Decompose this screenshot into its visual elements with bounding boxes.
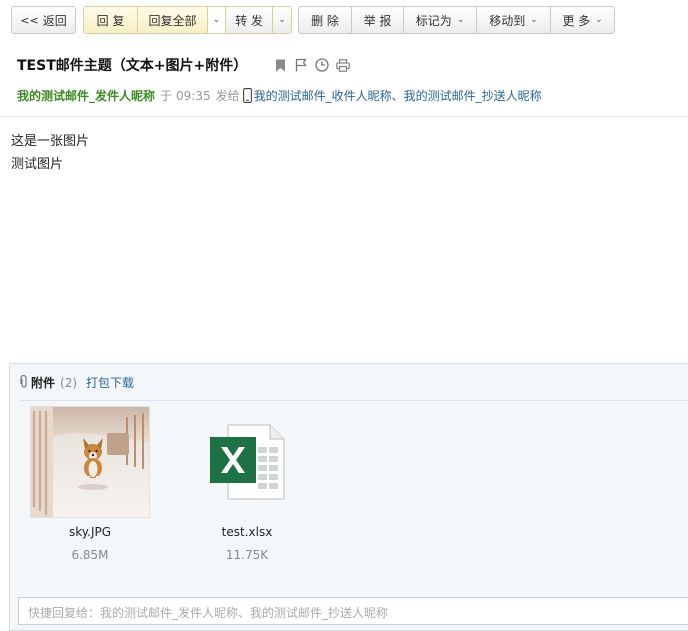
flag-icon[interactable]	[294, 58, 308, 72]
chevron-down-icon: ⌄	[530, 15, 538, 25]
sent-to-label: 发给	[215, 89, 240, 103]
report-label: 举 报	[363, 13, 392, 28]
reply-all-button[interactable]: 回复全部	[138, 7, 208, 33]
header-divider	[0, 116, 688, 117]
sender-name[interactable]: 我的测试邮件_发件人昵称	[17, 87, 155, 104]
download-all-link[interactable]: 打包下载	[86, 374, 134, 391]
email-subject: TEST邮件主题（文本+图片+附件）	[17, 58, 248, 74]
excel-file-icon[interactable]	[195, 406, 299, 518]
delete-label: 删 除	[311, 13, 339, 28]
clock-icon[interactable]	[315, 58, 329, 72]
attachments-header: 附件 (2) 打包下载	[20, 374, 134, 391]
back-button[interactable]: << 返回	[11, 6, 76, 34]
body-line: 这是一张图片	[11, 134, 90, 149]
delete-button[interactable]: 删 除	[299, 7, 352, 33]
email-body: 这是一张图片 测试图片	[11, 130, 89, 176]
reply-all-label: 回复全部	[148, 13, 197, 28]
chevron-down-icon: ⌄	[456, 15, 465, 25]
email-meta: 我的测试邮件_发件人昵称 于 09:35 发给 我的测试邮件_收件人昵称、我的测…	[17, 87, 542, 104]
send-time: 09:35	[176, 88, 211, 103]
report-button[interactable]: 举 报	[352, 7, 404, 33]
forward-label: 转 发	[235, 13, 263, 28]
paperclip-icon	[20, 374, 28, 391]
quick-reply-input[interactable]: 快捷回复给：我的测试邮件_发件人昵称、我的测试邮件_抄送人昵称	[18, 597, 688, 625]
recipients[interactable]: 我的测试邮件_收件人昵称、我的测试邮件_抄送人昵称	[254, 87, 542, 104]
reply-label: 回 复	[96, 13, 125, 28]
chevron-down-icon: ⌄	[278, 15, 286, 25]
reply-dropdown-button[interactable]: ⌄	[208, 7, 226, 33]
attachment-item[interactable]: sky.JPG 6.85M	[29, 406, 151, 562]
move-to-label: 移动到	[489, 13, 526, 28]
body-line: 测试图片	[11, 157, 64, 172]
attachments-panel: 附件 (2) 打包下载 sky.JPG 6.85M test.xlsx 11.7…	[9, 363, 688, 631]
mark-as-label: 标记为	[415, 13, 452, 28]
bookmark-icon[interactable]	[273, 58, 287, 72]
attachment-item[interactable]: test.xlsx 11.75K	[195, 406, 299, 562]
chevron-down-icon: ⌄	[595, 15, 603, 25]
attachment-name[interactable]: sky.JPG	[29, 525, 151, 539]
attachment-size: 6.85M	[71, 548, 109, 562]
attachments-divider	[20, 400, 688, 401]
forward-dropdown-button[interactable]: ⌄	[273, 7, 291, 33]
move-to-button[interactable]: 移动到 ⌄	[477, 7, 551, 33]
reply-group: 回 复 回复全部 ⌄ 转 发 ⌄	[83, 6, 292, 34]
double-chevron-left-icon: <<	[20, 13, 39, 27]
more-label: 更 多	[562, 13, 591, 28]
subject-row: TEST邮件主题（文本+图片+附件）	[17, 55, 357, 75]
reply-button[interactable]: 回 复	[84, 7, 138, 33]
chevron-down-icon: ⌄	[212, 15, 221, 25]
mobile-icon	[242, 88, 252, 103]
back-button-label: 返回	[42, 13, 67, 28]
subject-actions	[273, 58, 357, 72]
action-group: 删 除 举 报 标记为 ⌄ 移动到 ⌄ 更 多 ⌄	[298, 6, 615, 34]
mark-as-button[interactable]: 标记为 ⌄	[404, 7, 477, 33]
time-prefix: 于	[160, 89, 173, 103]
attachment-size: 11.75K	[225, 548, 269, 562]
more-button[interactable]: 更 多 ⌄	[551, 7, 614, 33]
image-thumbnail[interactable]	[30, 406, 150, 518]
print-icon[interactable]	[336, 58, 350, 72]
attachment-name[interactable]: test.xlsx	[195, 525, 299, 539]
attachments-title: 附件	[31, 376, 56, 390]
attachments-count: (2)	[60, 375, 78, 390]
forward-button[interactable]: 转 发	[226, 7, 273, 33]
